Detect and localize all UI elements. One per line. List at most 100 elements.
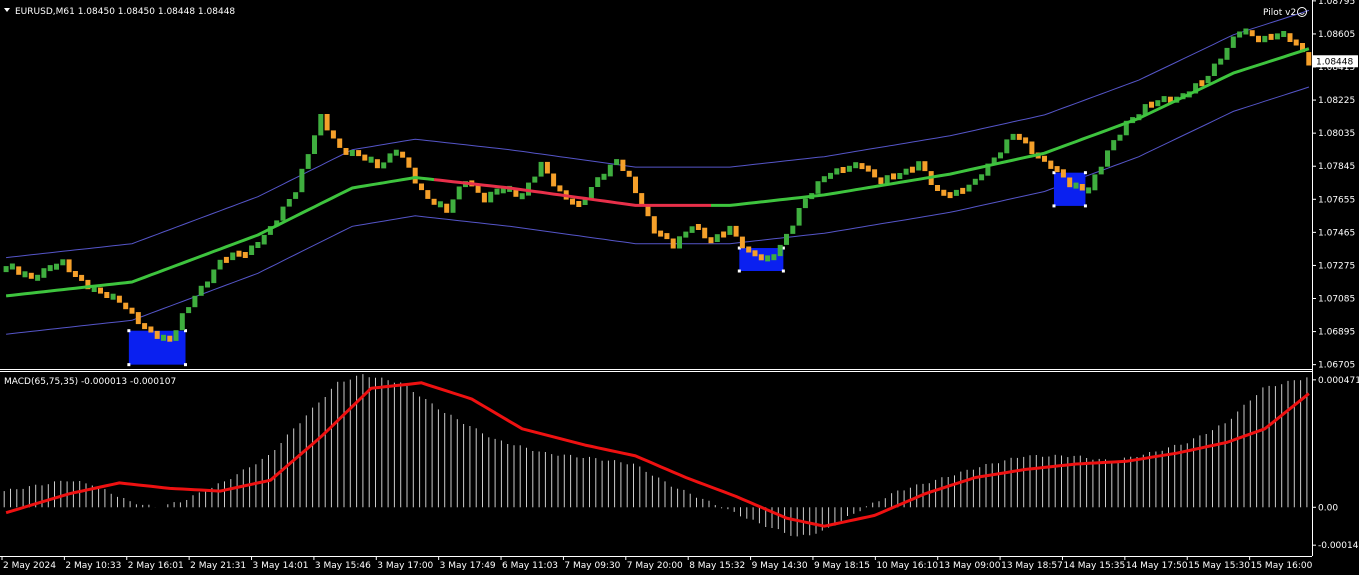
time-tick-label: 10 May 16:10 bbox=[876, 561, 938, 571]
price-bar bbox=[148, 326, 154, 333]
price-bar bbox=[1306, 52, 1312, 66]
price-bar bbox=[815, 181, 821, 194]
price-bar bbox=[658, 230, 664, 237]
chart-stage: 1.087951.086051.084151.082251.080351.078… bbox=[0, 0, 1359, 575]
macd-tick-label: -0.00014 bbox=[1318, 541, 1359, 551]
price-bar bbox=[752, 250, 758, 257]
price-bar bbox=[1010, 133, 1016, 140]
price-bar bbox=[771, 254, 777, 261]
signal-box-handle bbox=[127, 363, 131, 367]
price-tick-label: 1.06895 bbox=[1318, 328, 1355, 338]
price-bar bbox=[1079, 184, 1085, 191]
price-bar bbox=[677, 236, 682, 249]
price-bar bbox=[916, 161, 922, 171]
time-tick-label: 9 May 14:30 bbox=[752, 561, 808, 571]
price-tick-label: 1.08605 bbox=[1318, 30, 1355, 40]
price-tick-label: 1.08225 bbox=[1318, 96, 1355, 106]
price-bar bbox=[557, 185, 563, 192]
price-bar bbox=[1243, 28, 1249, 35]
price-bar bbox=[834, 168, 840, 175]
price-bar bbox=[1155, 100, 1161, 107]
price-bar bbox=[960, 187, 966, 194]
price-bar bbox=[192, 295, 198, 308]
price-bar bbox=[878, 177, 884, 184]
price-bar bbox=[891, 173, 896, 180]
price-bar bbox=[494, 188, 500, 195]
price-bar bbox=[1073, 182, 1079, 189]
price-bar bbox=[935, 185, 940, 191]
price-bar bbox=[249, 245, 255, 255]
price-bar bbox=[167, 335, 173, 342]
price-bar bbox=[9, 263, 15, 270]
price-bar bbox=[714, 234, 720, 242]
signal-box-handle bbox=[781, 269, 785, 273]
price-bar bbox=[230, 252, 236, 261]
time-tick-label: 6 May 11:03 bbox=[502, 561, 558, 571]
price-tick-label: 1.07845 bbox=[1318, 162, 1355, 172]
price-bar bbox=[966, 184, 972, 192]
price-bar bbox=[859, 163, 865, 170]
price-bar bbox=[897, 173, 903, 179]
price-bar bbox=[614, 159, 620, 166]
price-bar bbox=[179, 313, 185, 331]
price-bar bbox=[1105, 150, 1110, 167]
price-bar bbox=[840, 167, 846, 173]
price-bar bbox=[1048, 160, 1054, 169]
price-bar bbox=[645, 206, 651, 217]
price-bar bbox=[368, 156, 374, 163]
price-bar bbox=[79, 274, 85, 281]
price-bar bbox=[790, 225, 796, 234]
price-bar bbox=[337, 138, 343, 148]
price-bar bbox=[205, 281, 210, 288]
price-bar bbox=[903, 168, 909, 175]
signal-box-handle bbox=[737, 269, 741, 273]
price-bar bbox=[223, 256, 229, 263]
price-bar bbox=[110, 293, 116, 300]
price-bar bbox=[318, 114, 324, 136]
price-bar bbox=[570, 198, 575, 205]
price-bar bbox=[796, 208, 802, 226]
price-bar bbox=[802, 198, 808, 209]
time-tick-label: 8 May 15:32 bbox=[689, 561, 745, 571]
price-bar bbox=[721, 231, 727, 238]
price-bar bbox=[821, 176, 827, 183]
price-bar bbox=[154, 330, 160, 339]
price-bar bbox=[739, 236, 745, 249]
price-bar bbox=[1268, 33, 1274, 40]
price-bar bbox=[601, 173, 607, 180]
time-tick-label: 3 May 15:46 bbox=[315, 561, 371, 571]
price-bar bbox=[242, 252, 248, 258]
price-bar bbox=[979, 174, 985, 181]
price-bar bbox=[1060, 169, 1066, 178]
price-bar bbox=[784, 233, 789, 245]
signal-box-handle bbox=[1083, 171, 1087, 175]
price-bar bbox=[66, 259, 72, 273]
price-bar bbox=[733, 225, 739, 237]
price-bar bbox=[54, 263, 59, 270]
price-bar bbox=[35, 274, 41, 281]
price-bar bbox=[777, 244, 783, 257]
price-bar bbox=[28, 272, 34, 279]
price-bar bbox=[330, 130, 336, 139]
price-bar bbox=[626, 170, 632, 177]
price-bar bbox=[519, 193, 525, 200]
price-bar bbox=[595, 177, 601, 187]
price-bar bbox=[607, 164, 613, 177]
price-bar bbox=[1211, 63, 1217, 76]
time-tick-label: 7 May 09:30 bbox=[564, 561, 620, 571]
price-bar bbox=[16, 266, 22, 275]
price-bar bbox=[431, 198, 437, 205]
price-bar bbox=[456, 186, 462, 200]
price-bar bbox=[255, 242, 261, 248]
price-bar bbox=[129, 307, 135, 314]
price-bar bbox=[947, 192, 953, 199]
price-bar bbox=[186, 307, 192, 314]
time-tick-label: 3 May 17:00 bbox=[377, 561, 433, 571]
price-bar bbox=[846, 165, 852, 172]
price-bar bbox=[324, 114, 330, 131]
price-bar bbox=[1023, 137, 1029, 144]
price-bar bbox=[142, 323, 148, 330]
price-bar bbox=[104, 292, 110, 298]
time-tick-label: 2 May 2024 bbox=[3, 561, 56, 571]
price-bar bbox=[261, 234, 267, 245]
